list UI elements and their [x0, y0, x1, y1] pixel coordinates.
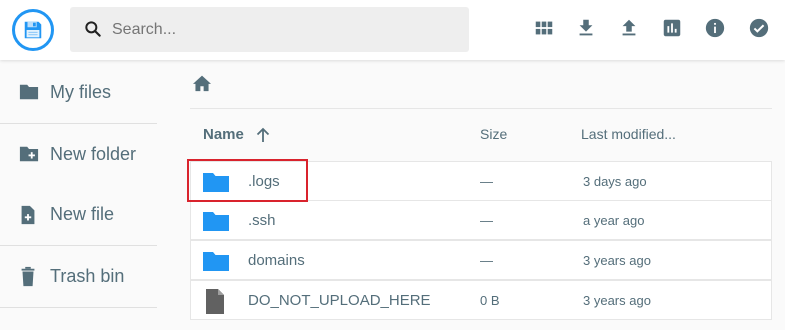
grid-view-icon [533, 17, 555, 44]
file-modified: 3 days ago [583, 174, 647, 189]
file-size: — [480, 213, 493, 228]
file-icon [204, 288, 226, 320]
check-circle-icon [748, 17, 770, 44]
select-button[interactable] [744, 15, 774, 45]
file-modified: a year ago [583, 213, 645, 228]
logo-icon[interactable] [12, 9, 54, 51]
upload-icon [618, 17, 640, 44]
file-name: domains [248, 252, 305, 269]
stats-button[interactable] [657, 15, 687, 45]
sidebar-item-label: New file [50, 203, 115, 224]
sidebar-item-trash-bin[interactable]: Trash bin [0, 246, 160, 306]
file-size: — [480, 174, 493, 189]
note-add-icon [18, 204, 38, 231]
download-button[interactable] [571, 15, 601, 45]
sidebar-item-label: Trash bin [50, 265, 125, 286]
top-bar [0, 0, 785, 60]
sidebar-item-my-files[interactable]: My files [0, 62, 160, 122]
folder-icon [202, 209, 230, 238]
file-modified: 3 years ago [583, 253, 651, 268]
column-header-name[interactable]: Name [203, 126, 244, 143]
file-modified: 3 years ago [583, 293, 651, 308]
sidebar-item-label: New folder [50, 143, 137, 164]
file-size: 0 B [480, 293, 500, 308]
column-header-size[interactable]: Size [480, 126, 507, 142]
create-folder-icon [18, 144, 40, 169]
file-size: — [480, 253, 493, 268]
sidebar-divider [0, 307, 157, 308]
table-row[interactable]: .logs — 3 days ago [190, 161, 772, 201]
folder-icon [202, 249, 230, 278]
info-icon [704, 17, 726, 44]
info-button[interactable] [700, 15, 730, 45]
sort-ascending-icon[interactable] [255, 126, 271, 149]
upload-button[interactable] [614, 15, 644, 45]
search-icon [83, 19, 103, 44]
sidebar-item-new-file[interactable]: New file [0, 184, 160, 244]
file-name: .logs [248, 173, 280, 190]
folder-icon [202, 170, 230, 199]
sidebar: My files New folder New file Trash bin [0, 60, 160, 330]
sidebar-item-label: My files [50, 81, 112, 102]
breadcrumb-divider [190, 108, 772, 109]
download-icon [575, 17, 597, 44]
file-name: .ssh [248, 212, 276, 229]
stats-icon [661, 17, 683, 44]
table-row[interactable]: .ssh — a year ago [190, 200, 772, 240]
search-input[interactable] [112, 7, 452, 52]
grid-view-button[interactable] [529, 15, 559, 45]
home-icon[interactable] [192, 74, 212, 97]
search-bar[interactable] [70, 7, 469, 52]
table-row[interactable]: domains — 3 years ago [190, 240, 772, 280]
table-row[interactable]: DO_NOT_UPLOAD_HERE 0 B 3 years ago [190, 280, 772, 320]
file-name: DO_NOT_UPLOAD_HERE [248, 292, 431, 309]
column-header-modified[interactable]: Last modified... [581, 126, 676, 142]
folder-icon [18, 82, 40, 107]
trash-icon [18, 266, 38, 293]
sidebar-item-new-folder[interactable]: New folder [0, 124, 160, 184]
